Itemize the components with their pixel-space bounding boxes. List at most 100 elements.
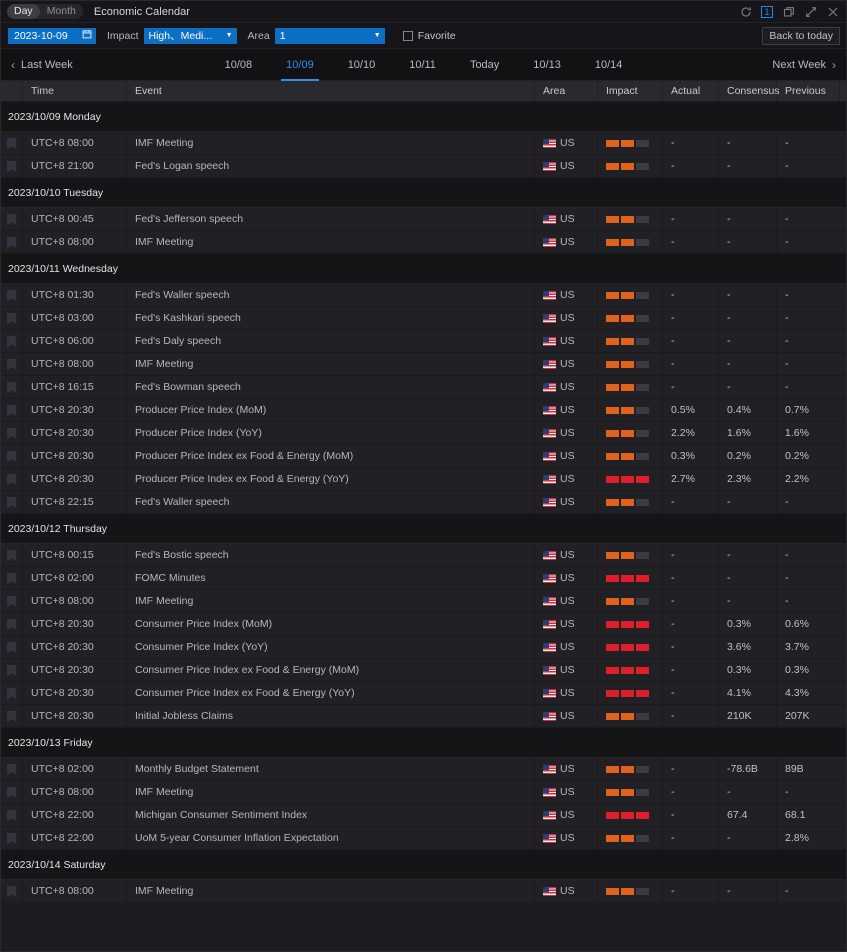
title-bar: Day Month Economic Calendar 1 [1, 1, 846, 23]
event-actual: - [663, 284, 719, 306]
table-row[interactable]: UTC+8 08:00IMF MeetingUS--- [1, 781, 846, 804]
favorite-toggle[interactable] [1, 682, 23, 704]
event-name: Producer Price Index (YoY) [127, 422, 535, 444]
table-row[interactable]: UTC+8 22:00UoM 5-year Consumer Inflation… [1, 827, 846, 850]
impact-bar [621, 598, 634, 605]
table-row[interactable]: UTC+8 08:00IMF MeetingUS--- [1, 132, 846, 155]
area-filter-dropdown[interactable]: 1 ▼ [275, 28, 385, 44]
event-previous: 1.6% [777, 422, 840, 444]
event-impact [598, 659, 663, 681]
table-row[interactable]: UTC+8 22:00Michigan Consumer Sentiment I… [1, 804, 846, 827]
table-row[interactable]: UTC+8 20:30Consumer Price Index (YoY)US-… [1, 636, 846, 659]
week-day-tab[interactable]: Today [453, 49, 516, 81]
favorite-toggle[interactable] [1, 590, 23, 612]
event-impact [598, 781, 663, 803]
table-row[interactable]: UTC+8 20:30Consumer Price Index ex Food … [1, 659, 846, 682]
event-consensus: - [719, 567, 777, 589]
favorite-toggle[interactable] [1, 659, 23, 681]
favorite-toggle[interactable] [1, 330, 23, 352]
favorite-toggle[interactable] [1, 445, 23, 467]
favorite-toggle[interactable] [1, 567, 23, 589]
table-row[interactable]: UTC+8 08:00IMF MeetingUS--- [1, 353, 846, 376]
table-row[interactable]: UTC+8 22:15Fed's Waller speechUS--- [1, 491, 846, 514]
table-row[interactable]: UTC+8 20:30Producer Price Index ex Food … [1, 468, 846, 491]
table-row[interactable]: UTC+8 20:30Consumer Price Index (MoM)US-… [1, 613, 846, 636]
date-picker[interactable]: 2023-10-09 [8, 28, 96, 44]
table-row[interactable]: UTC+8 20:30Producer Price Index (YoY)US2… [1, 422, 846, 445]
table-row[interactable]: UTC+8 06:00Fed's Daly speechUS--- [1, 330, 846, 353]
table-row[interactable]: UTC+8 16:15Fed's Bowman speechUS--- [1, 376, 846, 399]
calendar-icon [82, 29, 92, 42]
area-code: US [560, 885, 575, 897]
favorite-toggle[interactable] [1, 804, 23, 826]
event-area: US [535, 613, 598, 635]
table-row[interactable]: UTC+8 00:15Fed's Bostic speechUS--- [1, 544, 846, 567]
window-count-badge[interactable]: 1 [761, 6, 773, 18]
favorite-toggle[interactable] [1, 880, 23, 902]
favorite-toggle[interactable] [1, 353, 23, 375]
table-row[interactable]: UTC+8 02:00FOMC MinutesUS--- [1, 567, 846, 590]
table-row[interactable]: UTC+8 00:45Fed's Jefferson speechUS--- [1, 208, 846, 231]
favorite-toggle[interactable] [1, 827, 23, 849]
restore-window-icon[interactable] [782, 5, 795, 18]
impact-bar [621, 315, 634, 322]
event-area: US [535, 330, 598, 352]
impact-bar [636, 216, 649, 223]
event-area: US [535, 544, 598, 566]
week-day-tab[interactable]: 10/11 [392, 49, 453, 81]
view-mode-switch[interactable]: Day Month [7, 4, 83, 19]
table-row[interactable]: UTC+8 21:00Fed's Logan speechUS--- [1, 155, 846, 178]
favorite-toggle[interactable] [1, 376, 23, 398]
calendar-table-body[interactable]: 2023/10/09 MondayUTC+8 08:00IMF MeetingU… [1, 102, 846, 951]
event-name: IMF Meeting [127, 880, 535, 902]
table-row[interactable]: UTC+8 01:30Fed's Waller speechUS--- [1, 284, 846, 307]
favorite-toggle[interactable] [1, 422, 23, 444]
event-impact [598, 758, 663, 780]
favorite-toggle[interactable] [1, 758, 23, 780]
event-time: UTC+8 08:00 [23, 880, 127, 902]
week-day-tab[interactable]: 10/08 [208, 49, 270, 81]
week-day-tab[interactable]: 10/13 [516, 49, 578, 81]
table-row[interactable]: UTC+8 20:30Producer Price Index (MoM)US0… [1, 399, 846, 422]
favorite-toggle[interactable] [1, 613, 23, 635]
favorite-toggle[interactable] [1, 705, 23, 727]
impact-bar [636, 453, 649, 460]
last-week-button[interactable]: ‹ Last Week [11, 59, 73, 71]
event-previous: - [777, 880, 840, 902]
favorite-toggle[interactable] [1, 781, 23, 803]
week-day-tab[interactable]: 10/09 [269, 49, 331, 81]
favorite-toggle[interactable] [1, 544, 23, 566]
favorite-toggle[interactable] [1, 636, 23, 658]
favorite-toggle[interactable] [1, 208, 23, 230]
table-row[interactable]: UTC+8 20:30Producer Price Index ex Food … [1, 445, 846, 468]
view-mode-day[interactable]: Day [7, 4, 40, 19]
favorite-toggle[interactable] [1, 155, 23, 177]
table-row[interactable]: UTC+8 20:30Consumer Price Index ex Food … [1, 682, 846, 705]
favorite-toggle[interactable] [1, 132, 23, 154]
favorite-toggle[interactable] [1, 468, 23, 490]
table-row[interactable]: UTC+8 08:00IMF MeetingUS--- [1, 590, 846, 613]
refresh-icon[interactable] [739, 5, 752, 18]
favorite-toggle[interactable] [1, 307, 23, 329]
event-previous: 68.1 [777, 804, 840, 826]
expand-icon[interactable] [804, 5, 817, 18]
view-mode-month[interactable]: Month [40, 4, 83, 19]
favorite-toggle[interactable] [1, 284, 23, 306]
table-row[interactable]: UTC+8 02:00Monthly Budget StatementUS--7… [1, 758, 846, 781]
table-row[interactable]: UTC+8 20:30Initial Jobless ClaimsUS-210K… [1, 705, 846, 728]
impact-bar [621, 552, 634, 559]
close-icon[interactable] [826, 5, 839, 18]
table-row[interactable]: UTC+8 03:00Fed's Kashkari speechUS--- [1, 307, 846, 330]
table-row[interactable]: UTC+8 08:00IMF MeetingUS--- [1, 880, 846, 903]
event-previous: 89B [777, 758, 840, 780]
favorite-toggle[interactable] [1, 231, 23, 253]
favorite-toggle[interactable] [1, 491, 23, 513]
impact-filter-dropdown[interactable]: High、Medi... ▼ [144, 28, 237, 44]
next-week-button[interactable]: Next Week › [772, 59, 836, 71]
week-day-tab[interactable]: 10/10 [331, 49, 393, 81]
favorite-toggle[interactable] [1, 399, 23, 421]
table-row[interactable]: UTC+8 08:00IMF MeetingUS--- [1, 231, 846, 254]
favorite-checkbox[interactable]: Favorite [403, 30, 456, 42]
back-to-today-button[interactable]: Back to today [762, 27, 840, 45]
week-day-tab[interactable]: 10/14 [578, 49, 640, 81]
